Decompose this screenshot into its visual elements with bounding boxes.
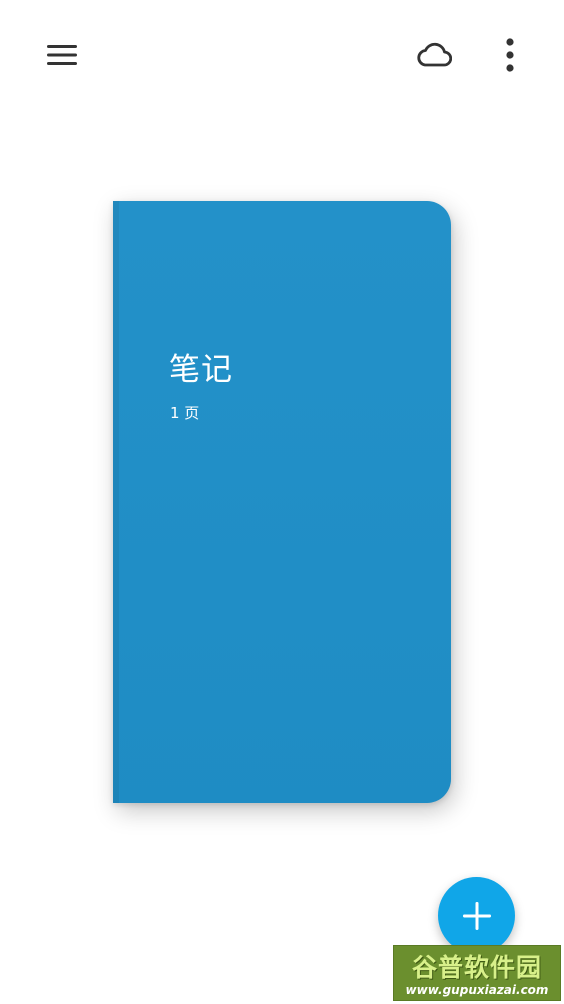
notebook-title: 笔记	[169, 352, 233, 388]
more-options-button[interactable]	[486, 31, 534, 79]
watermark-logo-text: 谷普软件园	[411, 953, 542, 982]
notebook-library-screen: 笔记 1 页 谷普软件园 www.gupuxiazai.com	[0, 0, 564, 1004]
menu-button[interactable]	[38, 31, 86, 79]
notebook-card[interactable]: 笔记 1 页	[113, 201, 451, 803]
plus-icon	[462, 901, 491, 930]
sync-button[interactable]	[410, 31, 458, 79]
watermark-logo: 谷普软件园 www.gupuxiazai.com	[393, 945, 561, 1001]
add-notebook-button[interactable]	[438, 877, 515, 954]
notebook-cover-texture	[113, 201, 451, 803]
more-vertical-icon	[506, 38, 514, 72]
watermark-url: www.gupuxiazai.com	[405, 983, 549, 997]
notebook-page-count: 1 页	[170, 404, 200, 422]
top-app-bar	[0, 0, 564, 110]
cloud-icon	[417, 42, 452, 67]
menu-icon	[47, 45, 77, 65]
